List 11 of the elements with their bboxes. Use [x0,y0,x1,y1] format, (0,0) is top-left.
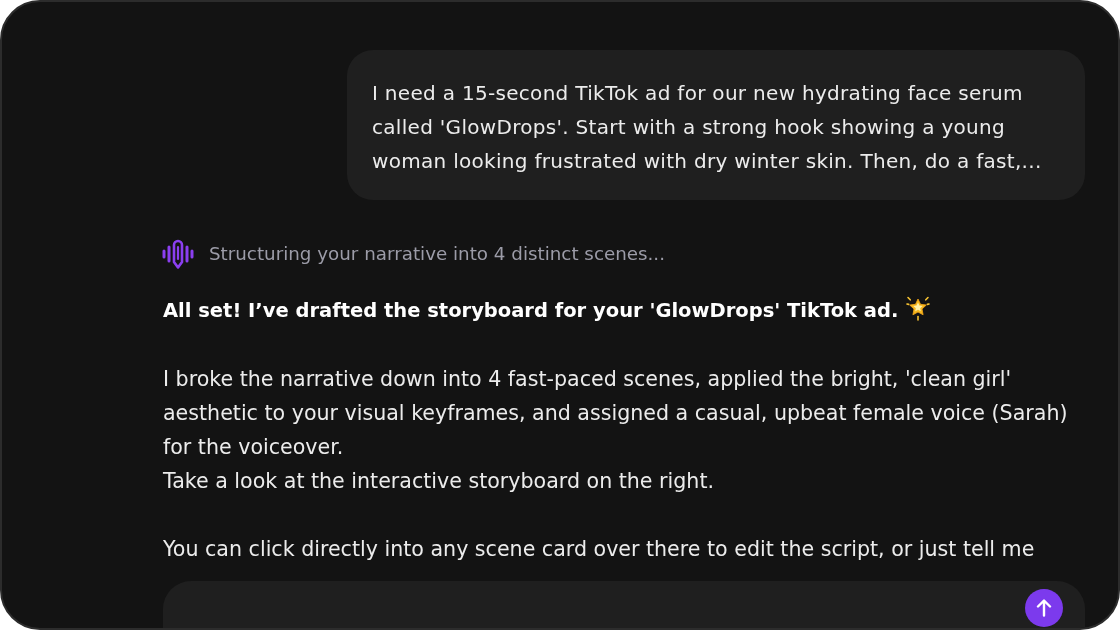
send-button[interactable] [1025,589,1063,627]
message-input[interactable] [163,581,1085,628]
message-text: I need a 15-second TikTok ad for our new hydrating face serum called 'GlowDrops'. Start with a strong hook showing a young woman looking frustrated with dry winter skin. Then, do a fast,... [372,80,1043,175]
message-heading: All set! I’ve drafted the storyboard for your 'GlowDrops' TikTok ad. [163,298,899,324]
message-text: You can click directly into any scene card over there to edit the script, or just tell me [163,536,1036,563]
glowing-star-icon [906,295,931,321]
message-text: I broke the narrative down into 4 fast-paced scenes, applied the bright, 'clean girl' aesthetic to your visual keyframes, and assigned a casual, upbeat female voice (Sarah) for the voiceover. [163,366,1069,461]
arrow-up-icon [1036,599,1052,617]
message-text: Take a look at the interactive storyboard on the right. [163,468,715,495]
status-text: Structuring your narrative into 4 distinct scenes... [209,242,665,266]
waveform-pen-icon [162,238,194,270]
